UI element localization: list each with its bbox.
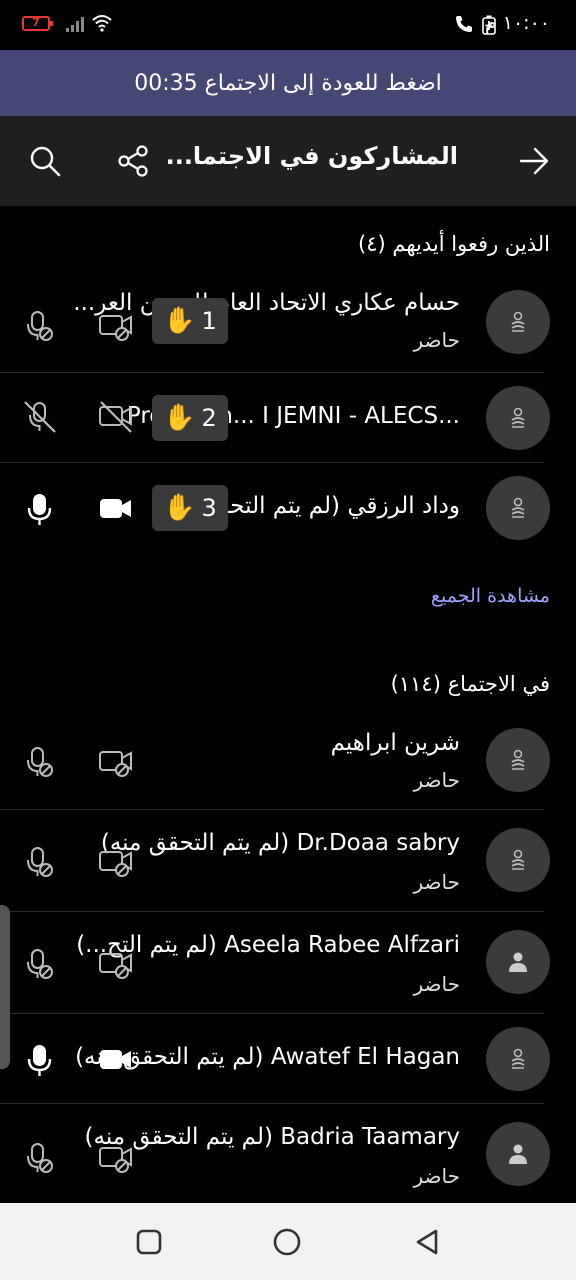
return-to-meeting-banner[interactable]: اضغط للعودة إلى الاجتماع 00:35 (0, 50, 576, 116)
in-meeting-title: في الاجتماع (١١٤) (390, 672, 550, 696)
participant-row[interactable]: Awatef El Hagan (لم يتم التحقق منه) (0, 1014, 576, 1104)
participant-status: حاضر (413, 768, 460, 792)
person-icon (511, 849, 525, 870)
mic-off-icon (27, 311, 53, 341)
raised-hands-title: الذين رفعوا أيديهم (٤) (358, 232, 550, 256)
mic-on-icon (27, 494, 52, 525)
back-arrow-icon[interactable] (518, 146, 550, 176)
participant-row[interactable]: Aseela Rabee Alfzari (لم يتم التح...) حا… (0, 912, 576, 1014)
camera-off-icon (99, 953, 132, 979)
camera-off-icon (99, 851, 132, 877)
participant-status: حاضر (413, 328, 460, 352)
battery-level: 7 (32, 16, 40, 29)
participant-row[interactable]: Prof. Moh... I JEMNI - ALECS... ✋ 2 (0, 373, 576, 463)
camera-off-icon (99, 315, 132, 341)
person-icon (511, 407, 525, 428)
battery-icon: 7 (22, 16, 53, 31)
side-edge-handle[interactable] (0, 905, 10, 1069)
call-icon (456, 16, 472, 32)
mic-on-icon (27, 1045, 52, 1076)
camera-off-icon (99, 1147, 132, 1173)
person-icon (511, 311, 525, 332)
signal-icon (66, 17, 84, 32)
raised-hand-icon: ✋ (163, 403, 196, 433)
person-icon (511, 497, 525, 518)
participant-row[interactable]: Badria Taamary (لم يتم التحقق منه) حاضر (0, 1104, 576, 1203)
raised-hand-icon: ✋ (163, 306, 196, 336)
back-icon[interactable] (412, 1227, 442, 1257)
participant-row[interactable]: وداد الرزقي (لم يتم التحقق منه) ✋ 3 (0, 463, 576, 553)
participant-status: حاضر (413, 870, 460, 894)
mic-off-icon (24, 401, 56, 433)
participant-row[interactable]: Dr.Doaa sabry (لم يتم التحقق منه) حاضر (0, 810, 576, 912)
person-icon (509, 952, 527, 972)
person-icon (509, 1144, 527, 1164)
mic-off-icon (27, 847, 53, 877)
avatar (486, 728, 550, 792)
share-icon[interactable] (116, 144, 150, 178)
raised-hand-icon: ✋ (163, 493, 196, 523)
wifi-icon (92, 15, 112, 32)
raised-hand-badge: ✋ 3 (152, 485, 228, 531)
app-header: المشاركون في الاجتما... (0, 116, 576, 206)
participant-name: شرين ابراهيم (330, 730, 460, 756)
system-nav-bar (0, 1203, 576, 1280)
participant-row[interactable]: حسام عكاري الاتحاد العام للحجين العر... … (0, 276, 576, 373)
avatar (486, 828, 550, 892)
mic-off-icon (27, 1143, 53, 1173)
return-banner-text: اضغط للعودة إلى الاجتماع 00:35 (134, 70, 442, 96)
avatar (486, 476, 550, 540)
camera-on-icon (100, 499, 131, 518)
avatar (486, 1122, 550, 1186)
status-bar: 7 ١٠:٠٠ م (0, 0, 576, 50)
person-icon (511, 1048, 525, 1069)
raised-hand-badge: ✋ 1 (152, 298, 228, 344)
avatar (486, 930, 550, 994)
hand-order: 1 (201, 307, 217, 335)
person-icon (511, 749, 525, 770)
mic-off-icon (27, 949, 53, 979)
participant-row[interactable]: شرين ابراهيم حاضر (0, 716, 576, 810)
participant-status: حاضر (413, 1164, 460, 1188)
participant-name: Dr.Doaa sabry (لم يتم التحقق منه) (100, 830, 460, 856)
raised-hand-badge: ✋ 2 (152, 395, 228, 441)
recent-apps-icon[interactable] (134, 1227, 164, 1257)
participant-name: Badria Taamary (لم يتم التحقق منه) (84, 1124, 460, 1150)
participant-status: حاضر (413, 972, 460, 996)
see-all-link[interactable]: مشاهدة الجميع (431, 585, 550, 607)
search-icon[interactable] (28, 144, 62, 178)
avatar (486, 386, 550, 450)
avatar (486, 1027, 550, 1091)
status-time: ١٠:٠٠ م (484, 12, 550, 34)
camera-off-icon (99, 401, 132, 433)
page-title: المشاركون في الاجتما... (165, 142, 458, 170)
camera-on-icon (100, 1050, 131, 1069)
hand-order: 2 (201, 404, 217, 432)
camera-off-icon (99, 751, 132, 777)
hand-order: 3 (201, 494, 217, 522)
avatar (486, 290, 550, 354)
home-icon[interactable] (272, 1227, 302, 1257)
mic-off-icon (27, 747, 53, 777)
